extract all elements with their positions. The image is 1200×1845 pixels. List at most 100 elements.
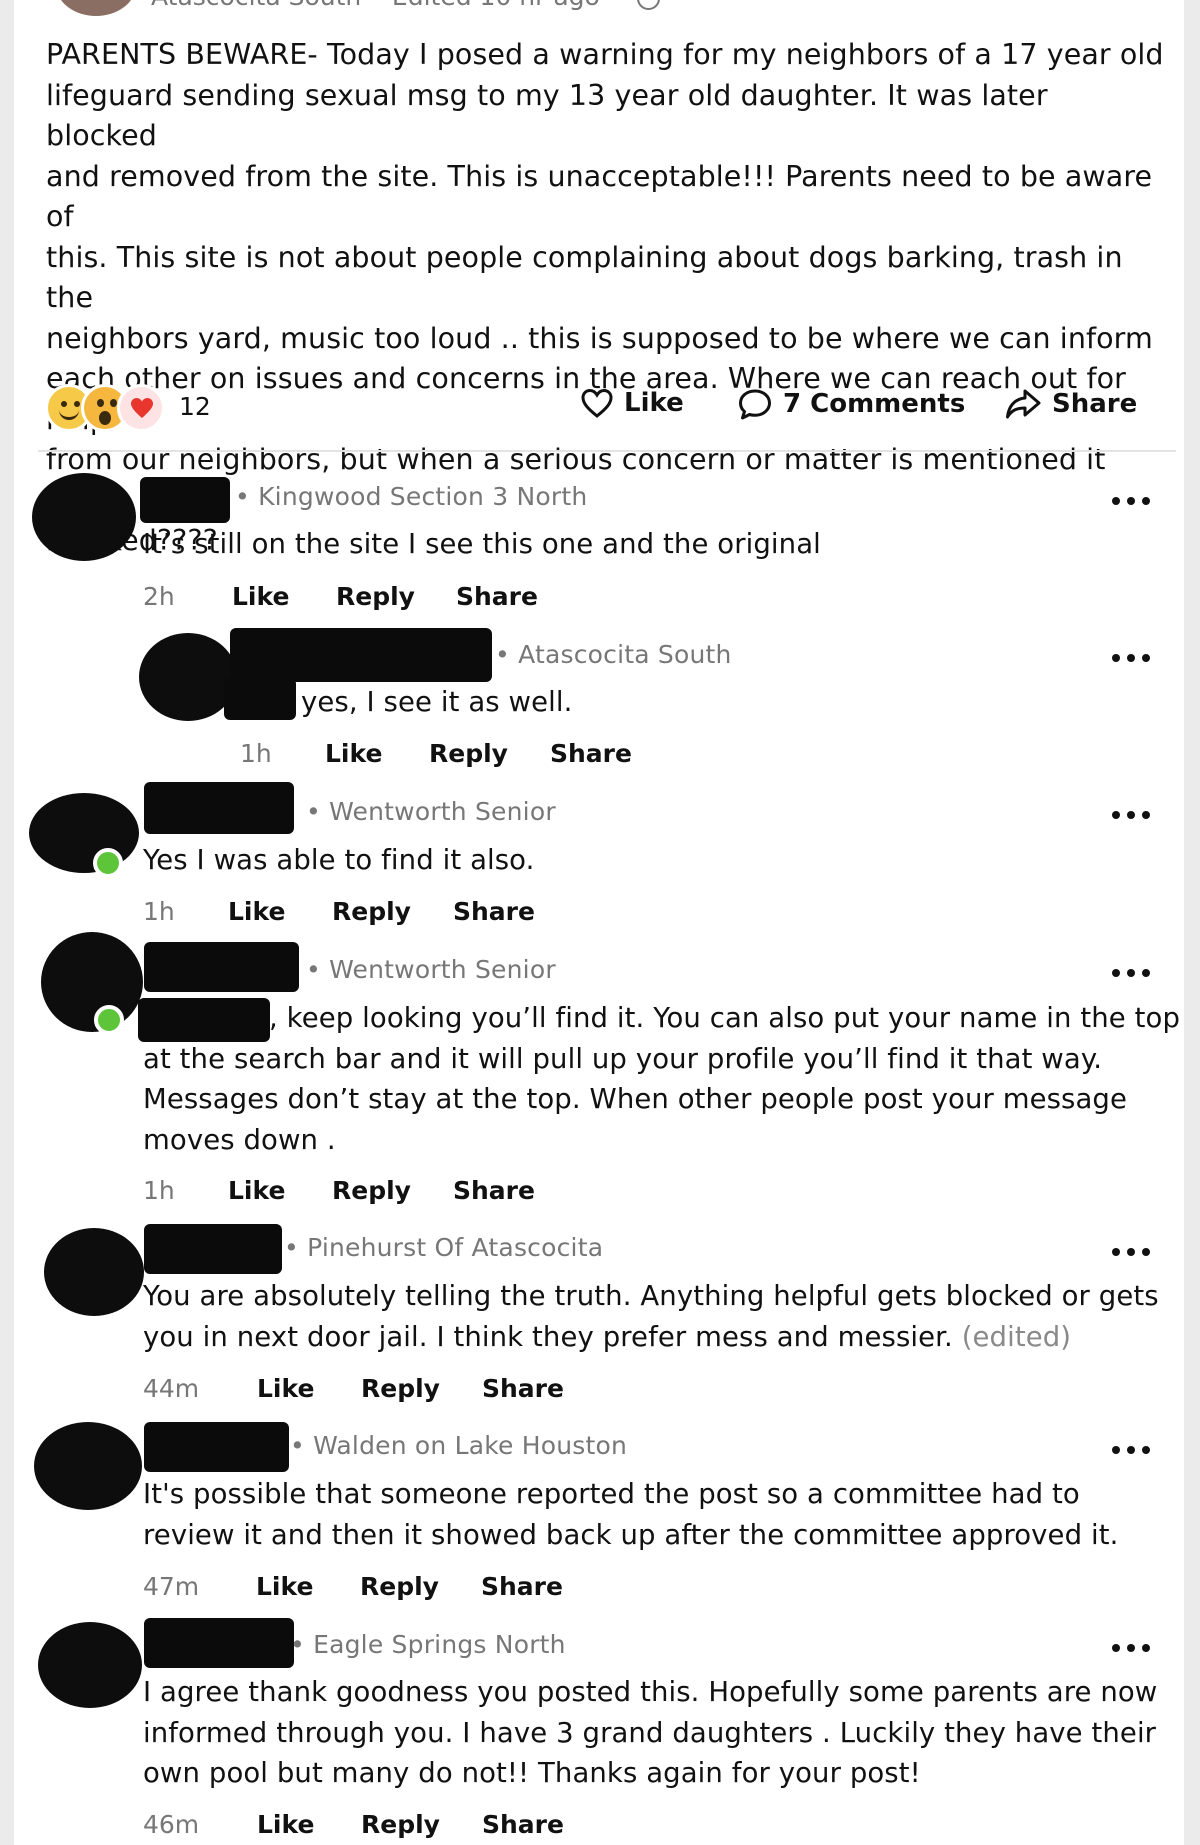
comment-like-button[interactable]: Like xyxy=(228,897,285,926)
comment-reply-button[interactable]: Reply xyxy=(361,1374,440,1403)
comment-text-line: , keep looking you’ll find it. You can a… xyxy=(269,1002,1181,1034)
comment-location[interactable]: • Eagle Springs North xyxy=(290,1630,566,1659)
post-body-line: PARENTS BEWARE- Today I posed a warning … xyxy=(46,38,1164,71)
comment-time: 1h xyxy=(240,739,272,768)
comments-label: 7 Comments xyxy=(783,389,966,419)
comment-actions: 1h Like Reply Share xyxy=(143,897,743,929)
comment-actions: 1h Like Reply Share xyxy=(143,1176,743,1208)
comment-text-line: moves down . xyxy=(143,1123,336,1156)
comment-text-line: Messages don’t stay at the top. When oth… xyxy=(143,1083,1128,1115)
comment-share-button[interactable]: Share xyxy=(482,1374,564,1403)
comment-like-button[interactable]: Like xyxy=(257,1810,314,1839)
comment-like-button[interactable]: Like xyxy=(228,1176,285,1205)
comment-location[interactable]: • Pinehurst Of Atascocita xyxy=(284,1233,603,1262)
redacted-author-name[interactable] xyxy=(144,782,294,834)
globe-icon xyxy=(636,0,660,10)
post-body-line: neighbors yard, music too loud .. this i… xyxy=(46,321,1153,355)
redacted-author-name[interactable] xyxy=(140,477,230,523)
more-options-icon[interactable] xyxy=(1112,810,1150,820)
post-body-line: this. This site is not about people comp… xyxy=(46,240,1123,315)
comment-share-button[interactable]: Share xyxy=(550,739,632,768)
comment-text-line: informed through you. I have 3 grand dau… xyxy=(143,1716,1157,1749)
comment-like-button[interactable]: Like xyxy=(256,1572,313,1601)
comment-reply-button[interactable]: Reply xyxy=(360,1572,439,1601)
comment-share-button[interactable]: Share xyxy=(482,1810,564,1839)
share-button[interactable]: Share xyxy=(1004,387,1137,421)
comment-text: yes, I see it as well. xyxy=(301,686,573,718)
comment-location[interactable]: • Wentworth Senior xyxy=(306,955,556,984)
more-options-icon[interactable] xyxy=(1112,496,1150,506)
comment-like-button[interactable]: Like xyxy=(325,739,382,768)
more-options-icon[interactable] xyxy=(1112,1445,1150,1455)
redacted-author-name[interactable] xyxy=(144,1224,282,1274)
share-arrow-icon xyxy=(1006,389,1041,419)
like-label: Like xyxy=(624,388,684,418)
comment-time: 44m xyxy=(143,1374,200,1403)
comment-share-button[interactable]: Share xyxy=(481,1572,563,1601)
comment-reply-button[interactable]: Reply xyxy=(429,739,508,768)
comment-actions: 46m Like Reply Share xyxy=(143,1810,743,1842)
heart-emoji-icon xyxy=(117,384,165,432)
verified-badge-icon xyxy=(93,848,123,878)
post-edited-meta: • Edited 10 hr ago • xyxy=(369,0,622,11)
avatar[interactable] xyxy=(34,1422,142,1510)
comment-time: 1h xyxy=(143,1176,175,1205)
comment-reply-button[interactable]: Reply xyxy=(361,1810,440,1839)
comment-location[interactable]: • Kingwood Section 3 North xyxy=(235,482,587,511)
comment-text-line: at the search bar and it will pull up yo… xyxy=(143,1042,1103,1075)
comment-time: 46m xyxy=(143,1810,200,1839)
comment-text: , keep looking you’ll find it. You can a… xyxy=(143,998,1181,1160)
avatar[interactable] xyxy=(32,473,136,561)
comment-actions: 47m Like Reply Share xyxy=(143,1572,743,1604)
more-options-icon[interactable] xyxy=(1112,968,1150,978)
comment-text-line: you in next door jail. I think they pref… xyxy=(143,1320,953,1353)
comment-actions: 44m Like Reply Share xyxy=(143,1374,743,1406)
post-author-location[interactable]: Atascocita South xyxy=(151,0,361,11)
post-card: Atascocita South • Edited 10 hr ago • PA… xyxy=(14,0,1184,1845)
more-options-icon[interactable] xyxy=(1112,1643,1150,1653)
comment-like-button[interactable]: Like xyxy=(232,582,289,611)
comments-button[interactable]: 7 Comments xyxy=(737,387,965,421)
comment-location[interactable]: • Walden on Lake Houston xyxy=(290,1431,627,1460)
comment-share-button[interactable]: Share xyxy=(456,582,538,611)
more-options-icon[interactable] xyxy=(1112,1247,1150,1257)
comment-text: You are absolutely telling the truth. An… xyxy=(143,1276,1173,1357)
avatar[interactable] xyxy=(38,1622,142,1708)
comment-share-button[interactable]: Share xyxy=(453,897,535,926)
comment-reply-button[interactable]: Reply xyxy=(332,897,411,926)
comment-actions: 2h Like Reply Share xyxy=(143,582,743,614)
avatar[interactable] xyxy=(139,633,237,721)
post-author-avatar[interactable] xyxy=(56,0,136,16)
comment-time: 47m xyxy=(143,1572,200,1601)
redacted-author-name[interactable] xyxy=(144,1422,289,1472)
comment-text-line: You are absolutely telling the truth. An… xyxy=(143,1280,1159,1312)
post-header-meta: Atascocita South • Edited 10 hr ago • xyxy=(151,0,660,11)
heart-outline-icon xyxy=(581,388,613,418)
comment-time: 1h xyxy=(143,897,175,926)
comment-location[interactable]: • Atascocita South xyxy=(495,640,732,669)
avatar[interactable] xyxy=(44,1228,144,1316)
comment-text: It’s still on the site I see this one an… xyxy=(143,528,821,560)
reaction-count[interactable]: 12 xyxy=(179,392,211,421)
comment-reply-button[interactable]: Reply xyxy=(332,1176,411,1205)
comment-text-line: review it and then it showed back up aft… xyxy=(143,1518,1119,1551)
comment-location[interactable]: • Wentworth Senior xyxy=(306,797,556,826)
comment-time: 2h xyxy=(143,582,175,611)
comment-text: I agree thank goodness you posted this. … xyxy=(143,1672,1173,1794)
comment-bubble-icon xyxy=(739,389,771,420)
comment-text-line: own pool but many do not!! Thanks again … xyxy=(143,1757,921,1789)
edited-label: (edited) xyxy=(961,1320,1072,1353)
comment-reply-button[interactable]: Reply xyxy=(336,582,415,611)
redacted-author-name[interactable] xyxy=(230,628,492,682)
redacted-mention[interactable] xyxy=(224,678,296,720)
comment-text: Yes I was able to find it also. xyxy=(143,844,535,876)
more-options-icon[interactable] xyxy=(1112,653,1150,663)
post-body-line: and removed from the site. This is unacc… xyxy=(46,159,1153,234)
comment-like-button[interactable]: Like xyxy=(257,1374,314,1403)
redacted-author-name[interactable] xyxy=(144,1618,294,1668)
comment-share-button[interactable]: Share xyxy=(453,1176,535,1205)
redacted-author-name[interactable] xyxy=(144,942,299,992)
share-label: Share xyxy=(1052,389,1138,419)
like-button[interactable]: Like xyxy=(580,387,684,419)
avatar[interactable] xyxy=(41,932,143,1032)
